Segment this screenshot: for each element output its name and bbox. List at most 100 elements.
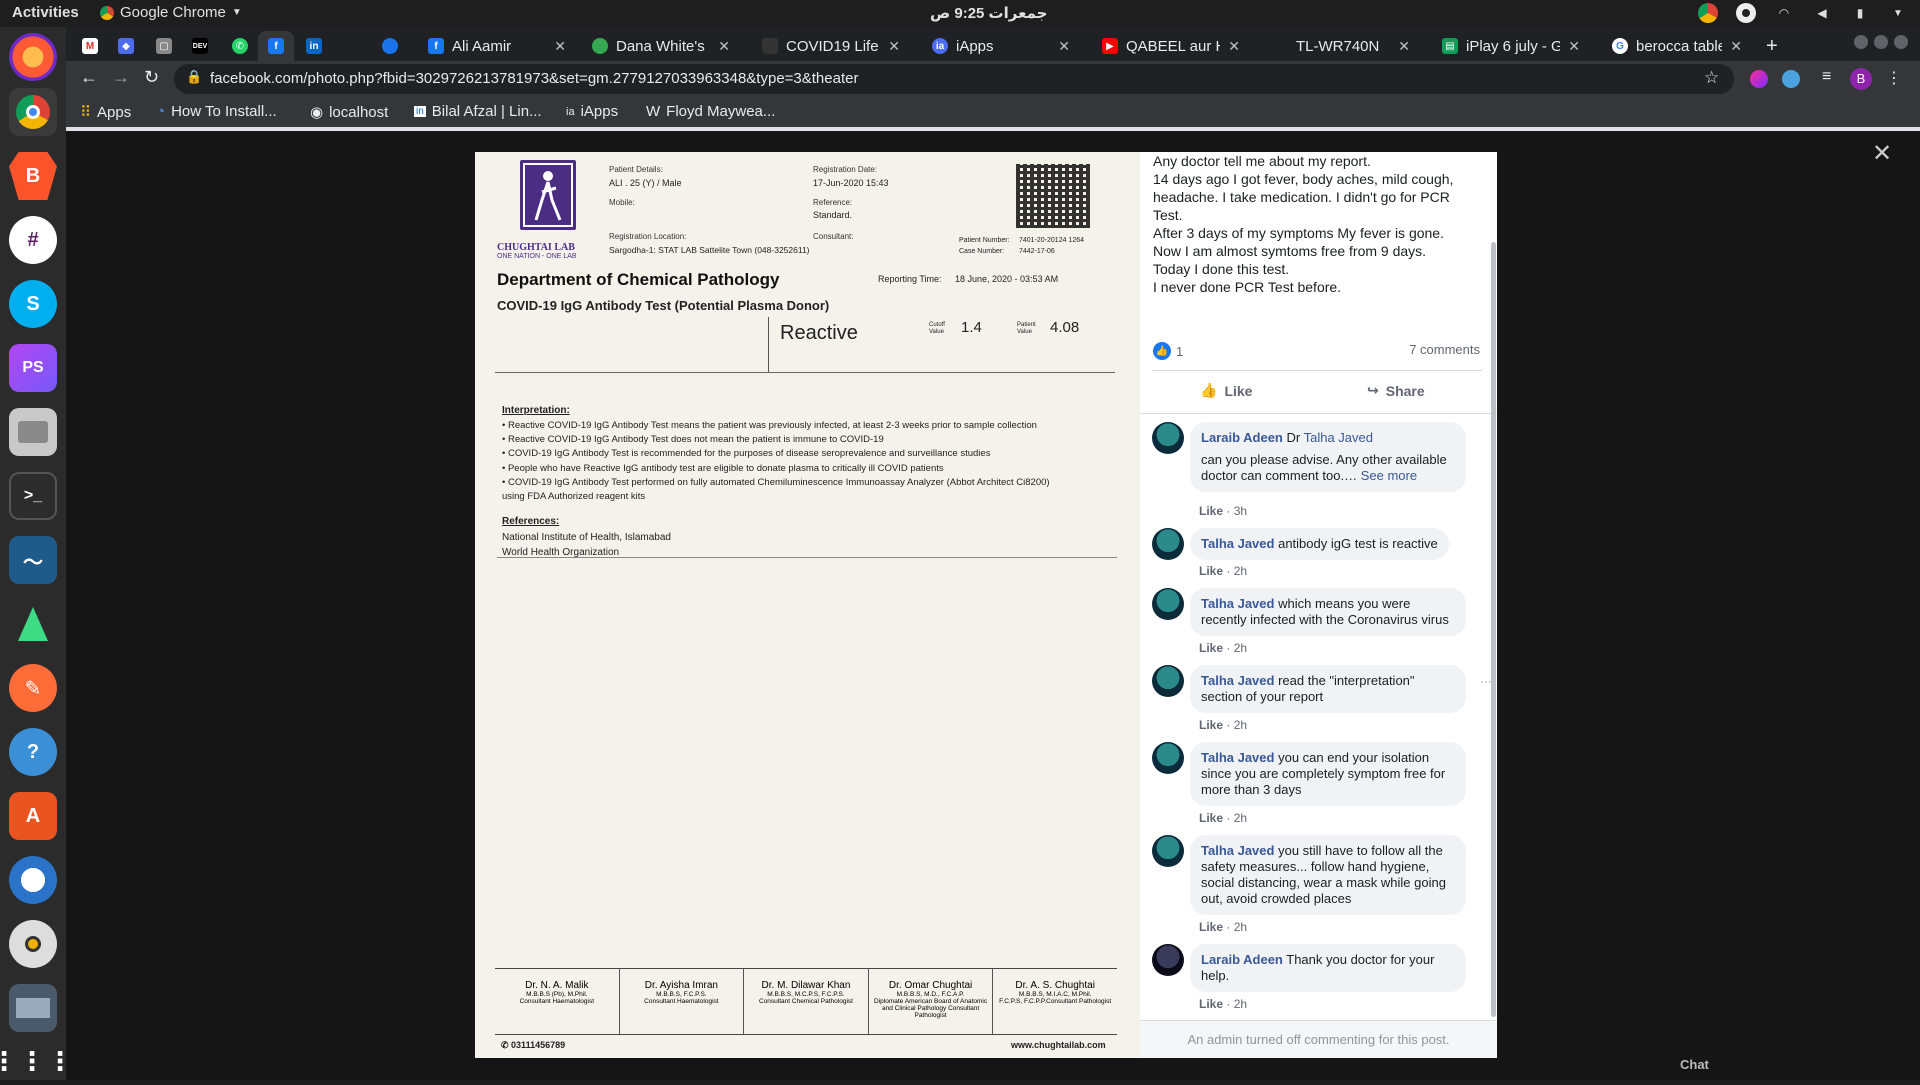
tab-linkedin[interactable]: in bbox=[296, 31, 330, 61]
avatar[interactable] bbox=[1152, 528, 1184, 560]
tab-covid19[interactable]: COVID19 Life Sa✕ bbox=[752, 31, 910, 61]
phpstorm-icon[interactable]: PS bbox=[9, 344, 57, 392]
tab-qabeel[interactable]: ▶QABEEL aur HA✕ bbox=[1092, 31, 1250, 61]
software-center-icon[interactable]: A bbox=[9, 792, 57, 840]
address-bar[interactable]: 🔒 facebook.com/photo.php?fbid=3029726213… bbox=[174, 64, 1734, 94]
lock-icon[interactable]: 🔒 bbox=[186, 69, 202, 85]
battery-icon[interactable]: ▮ bbox=[1850, 3, 1870, 23]
help-icon[interactable]: ? bbox=[9, 728, 57, 776]
bookmark-how-to-install[interactable]: ◔ How To Install... bbox=[156, 103, 277, 120]
comment: Talha Javed you still have to follow all… bbox=[1190, 835, 1466, 915]
maximize-icon[interactable] bbox=[1874, 35, 1888, 49]
avatar[interactable] bbox=[1152, 665, 1184, 697]
bookmark-bilal-afzal[interactable]: in Bilal Afzal | Lin... bbox=[414, 103, 542, 120]
tab-iapps[interactable]: ia iApps ✕ bbox=[922, 31, 1080, 61]
tab-gmail[interactable]: M bbox=[72, 31, 106, 61]
close-icon[interactable]: ✕ bbox=[888, 38, 900, 55]
volume-icon[interactable]: ◀ bbox=[1812, 3, 1832, 23]
chrome-tray-icon[interactable] bbox=[1698, 3, 1718, 23]
tab-tl-wr740n[interactable]: TL-WR740N ✕ bbox=[1262, 31, 1420, 61]
close-icon[interactable]: ✕ bbox=[554, 38, 566, 55]
skype-icon[interactable]: S bbox=[9, 280, 57, 328]
brave-icon[interactable]: B bbox=[9, 152, 57, 200]
star-icon[interactable]: ☆ bbox=[1704, 68, 1719, 88]
chat-label[interactable]: Chat bbox=[1680, 1057, 1709, 1072]
chevron-down-icon[interactable]: ▼ bbox=[1888, 3, 1908, 23]
like-reaction-icon: 👍 bbox=[1153, 342, 1171, 360]
bookmark-apps[interactable]: ⠿ Apps bbox=[80, 103, 131, 122]
files-icon[interactable] bbox=[9, 408, 57, 456]
tab-dev[interactable]: DEV bbox=[182, 31, 222, 61]
clock[interactable]: جمعرات 9:25 ص bbox=[930, 4, 1047, 22]
tab-pocket[interactable]: ▢ bbox=[146, 31, 180, 61]
tab-generic[interactable]: ◆ bbox=[108, 31, 142, 61]
profile-avatar[interactable]: B bbox=[1850, 68, 1872, 90]
cutoff-value: 1.4 bbox=[961, 319, 982, 336]
minimize-icon[interactable] bbox=[1854, 35, 1868, 49]
android-studio-icon[interactable] bbox=[9, 600, 57, 648]
tab-whatsapp[interactable]: ✆ bbox=[222, 31, 256, 61]
record-icon[interactable] bbox=[1736, 3, 1756, 23]
avatar[interactable] bbox=[1152, 742, 1184, 774]
new-tab-button[interactable]: + bbox=[1756, 31, 1790, 61]
terminal-icon[interactable]: >_ bbox=[9, 472, 57, 520]
commenting-disabled-notice: An admin turned off commenting for this … bbox=[1187, 1032, 1450, 1047]
patient-info: ALI . 25 (Y) / Male bbox=[609, 178, 682, 188]
globe-icon: ◉ bbox=[310, 104, 324, 121]
whatsapp-icon: ✆ bbox=[232, 38, 248, 54]
forward-icon[interactable]: → bbox=[112, 67, 130, 88]
wifi-icon[interactable]: ◠ bbox=[1774, 3, 1794, 23]
close-icon[interactable]: ✕ bbox=[718, 38, 730, 55]
avatar[interactable] bbox=[1152, 944, 1184, 976]
chrome-icon[interactable] bbox=[9, 88, 57, 136]
photo[interactable]: CHUGHTAI LAB ONE NATION - ONE LAB Patien… bbox=[475, 152, 1140, 1058]
avatar[interactable] bbox=[1152, 422, 1184, 454]
app-grid-icon[interactable]: ⋮⋮⋮ bbox=[0, 1037, 73, 1085]
avatar[interactable] bbox=[1152, 835, 1184, 867]
tab-berocca[interactable]: Gberocca tablet ✕ bbox=[1602, 31, 1752, 61]
app-menu[interactable]: Google Chrome ▼ bbox=[100, 4, 242, 21]
comments-count[interactable]: 7 comments bbox=[1409, 342, 1480, 357]
close-window-icon[interactable] bbox=[1894, 35, 1908, 49]
bookmark-floyd[interactable]: W Floyd Maywea... bbox=[646, 103, 775, 120]
app-name: Google Chrome bbox=[120, 4, 226, 21]
tab-ali-aamir[interactable]: f Ali Aamir ✕ bbox=[418, 31, 576, 61]
tab-blank[interactable] bbox=[334, 31, 368, 61]
extension-icon[interactable] bbox=[1782, 70, 1800, 88]
reaction-count[interactable]: 👍 1 bbox=[1153, 342, 1183, 360]
media-icon[interactable]: ≡ bbox=[1822, 68, 1831, 86]
reload-icon[interactable]: ↻ bbox=[144, 67, 159, 88]
menu-icon[interactable]: ⋮ bbox=[1886, 68, 1902, 88]
close-viewer-icon[interactable]: ✕ bbox=[1872, 139, 1892, 168]
comment-meta: Like · 2h bbox=[1199, 718, 1248, 732]
close-icon[interactable]: ✕ bbox=[1730, 38, 1742, 55]
mention-link[interactable]: Talha Javed bbox=[1304, 430, 1373, 445]
close-icon[interactable]: ✕ bbox=[1398, 38, 1410, 55]
firefox-icon[interactable] bbox=[9, 33, 57, 81]
tab-iplay[interactable]: ▤iPlay 6 july - Goo✕ bbox=[1432, 31, 1590, 61]
extension-moon-icon[interactable] bbox=[1750, 70, 1768, 88]
like-button[interactable]: 👍 Like bbox=[1200, 382, 1252, 399]
back-icon[interactable]: ← bbox=[80, 67, 98, 88]
screen-icon[interactable] bbox=[9, 984, 57, 1032]
close-icon[interactable]: ✕ bbox=[1568, 38, 1580, 55]
bookmark-localhost[interactable]: ◉ localhost bbox=[310, 103, 388, 122]
share-button[interactable]: ↪ Share bbox=[1367, 382, 1425, 399]
activities-button[interactable]: Activities bbox=[12, 4, 79, 21]
see-more-link[interactable]: See more bbox=[1361, 468, 1417, 483]
interpretation-item: • COVID-19 IgG Antibody Test performed o… bbox=[502, 476, 1050, 488]
scrollbar[interactable] bbox=[1491, 242, 1496, 1017]
mysql-workbench-icon[interactable]: 〜 bbox=[9, 536, 57, 584]
tab-facebook[interactable]: f bbox=[258, 31, 294, 61]
slack-icon[interactable]: # bbox=[9, 216, 57, 264]
rhythmbox-icon[interactable] bbox=[9, 920, 57, 968]
close-icon[interactable]: ✕ bbox=[1228, 38, 1240, 55]
postman-icon[interactable]: ✎ bbox=[9, 664, 57, 712]
link-icon: ◔ bbox=[156, 103, 166, 120]
tab-dana-white[interactable]: Dana White's In✕ bbox=[582, 31, 740, 61]
tab-blue-circle[interactable] bbox=[372, 31, 406, 61]
bookmark-iapps[interactable]: ia iApps bbox=[566, 103, 618, 120]
avatar[interactable] bbox=[1152, 588, 1184, 620]
close-icon[interactable]: ✕ bbox=[1058, 38, 1070, 55]
thunderbird-icon[interactable] bbox=[9, 856, 57, 904]
